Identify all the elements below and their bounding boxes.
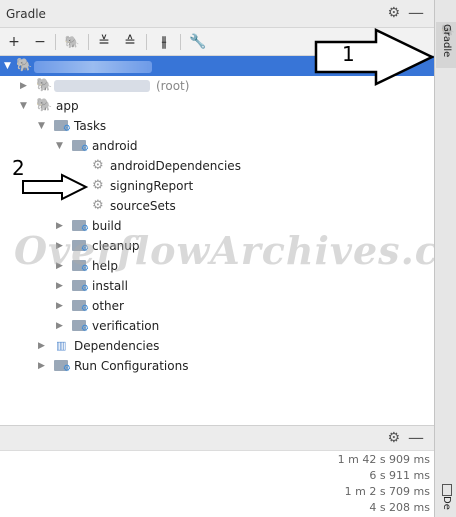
- minimize-icon[interactable]: —: [408, 428, 424, 447]
- task-group-label: verification: [92, 319, 160, 333]
- tree-row-task-group[interactable]: ▶ ⚙ verification: [0, 316, 434, 336]
- elephant-icon: 🐘: [36, 98, 53, 113]
- task-folder-icon: ⚙: [72, 316, 89, 336]
- tasks-label: Tasks: [74, 119, 107, 133]
- dependencies-icon: ▥: [56, 339, 67, 352]
- timing-value: 1 m 42 s 909 ms: [337, 453, 430, 466]
- device-side-tab-label: De: [441, 496, 452, 510]
- collapse-arrow-icon[interactable]: ▶: [38, 356, 45, 376]
- collapse-arrow-icon[interactable]: ▶: [56, 296, 63, 316]
- minimize-icon[interactable]: —: [408, 3, 424, 22]
- gradle-side-tab-label: Gradle: [441, 24, 452, 58]
- toolbar-divider: [88, 34, 89, 50]
- expand-all-icon[interactable]: ≚: [94, 32, 114, 52]
- gear-icon: ⚙: [92, 178, 104, 193]
- callout-arrow-2: [22, 173, 89, 201]
- task-folder-icon: ⚙: [54, 356, 71, 376]
- toolbar-divider: [180, 34, 181, 50]
- panel-title: Gradle: [6, 7, 46, 21]
- collapse-arrow-icon[interactable]: ▶: [56, 276, 63, 296]
- timing-value: 6 s 911 ms: [369, 469, 430, 482]
- timing-value: 1 m 2 s 709 ms: [344, 485, 430, 498]
- app-label: app: [56, 99, 79, 113]
- expand-arrow-icon[interactable]: ▼: [4, 56, 11, 76]
- android-label: android: [92, 139, 138, 153]
- bottom-panel-header: ⚙ —: [0, 425, 434, 451]
- collapse-arrow-icon[interactable]: ▶: [56, 316, 63, 336]
- task-folder-icon: ⚙: [54, 116, 71, 136]
- expand-arrow-icon[interactable]: ▼: [38, 116, 45, 136]
- device-side-tab[interactable]: De: [436, 482, 456, 517]
- task-label: signingReport: [110, 179, 194, 193]
- callout-number-1: 1: [342, 42, 355, 66]
- tree-row-run-configurations[interactable]: ▶ ⚙ Run Configurations: [0, 356, 434, 376]
- project-root-label: [34, 56, 152, 76]
- gradle-panel: Gradle ⚙ — + − 🐘 ≚ ≙ ⫲ 🔧 ▼ 🐘 ▶ 🐘 (root): [0, 0, 456, 517]
- tree-row-dependencies[interactable]: ▶ ▥ Dependencies: [0, 336, 434, 356]
- tree-row-android[interactable]: ▼ ⚙ android: [0, 136, 434, 156]
- task-label: sourceSets: [110, 199, 176, 213]
- watermark: OverflowArchives.com: [14, 228, 456, 273]
- right-tool-window-bar: 🐘 Gradle De: [434, 0, 456, 517]
- root-suffix-label: (root): [156, 79, 190, 93]
- timing-value: 4 s 208 ms: [369, 501, 430, 514]
- redacted-name: [34, 60, 152, 73]
- device-icon: [442, 484, 452, 496]
- task-folder-icon: ⚙: [72, 276, 89, 296]
- expand-arrow-icon[interactable]: ▼: [20, 96, 27, 116]
- plus-icon[interactable]: +: [4, 32, 24, 52]
- toolbar-divider: [146, 34, 147, 50]
- task-folder-icon: ⚙: [72, 136, 89, 156]
- collapse-arrow-icon[interactable]: ▶: [38, 336, 45, 356]
- elephant-icon[interactable]: 🐘: [62, 32, 82, 52]
- tree-row-task-group[interactable]: ▶ ⚙ other: [0, 296, 434, 316]
- task-group-label: install: [92, 279, 128, 293]
- elephant-icon: 🐘: [36, 78, 53, 93]
- run-configurations-label: Run Configurations: [74, 359, 189, 373]
- tree-row-tasks[interactable]: ▼ ⚙ Tasks: [0, 116, 434, 136]
- panel-titlebar: Gradle ⚙ —: [0, 0, 434, 28]
- tree-row-app[interactable]: ▼ 🐘 app: [0, 96, 434, 116]
- wrench-icon[interactable]: 🔧: [188, 32, 208, 52]
- elephant-icon: 🐘: [16, 58, 33, 73]
- toolbar-divider: [55, 34, 56, 50]
- task-group-label: other: [92, 299, 124, 313]
- collapse-arrow-icon[interactable]: ▶: [20, 76, 27, 96]
- gear-icon: ⚙: [92, 158, 104, 173]
- redacted-name: [54, 80, 150, 92]
- task-folder-icon: ⚙: [72, 296, 89, 316]
- gradle-side-tab[interactable]: 🐘 Gradle: [436, 22, 456, 68]
- collapse-all-icon[interactable]: ≙: [120, 32, 140, 52]
- callout-arrow-1: [314, 28, 435, 86]
- task-label: androidDependencies: [110, 159, 241, 173]
- gear-icon[interactable]: ⚙: [387, 5, 400, 21]
- gear-icon: ⚙: [92, 198, 104, 213]
- minus-icon[interactable]: −: [30, 32, 50, 52]
- dependencies-label: Dependencies: [74, 339, 160, 353]
- gear-icon[interactable]: ⚙: [387, 430, 400, 446]
- toggle-offline-icon[interactable]: ⫲: [154, 32, 174, 52]
- expand-arrow-icon[interactable]: ▼: [56, 136, 63, 156]
- tree-row-task-group[interactable]: ▶ ⚙ install: [0, 276, 434, 296]
